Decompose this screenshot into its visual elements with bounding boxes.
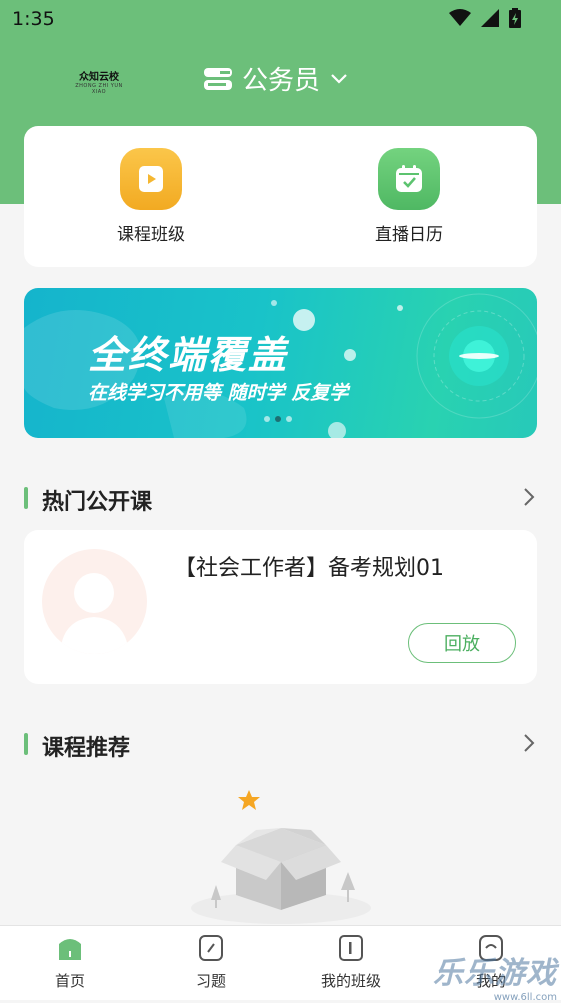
- logo-text: 众知云校: [79, 72, 119, 83]
- quick-action-label: 课程班级: [117, 225, 185, 245]
- tab-label: 习题: [195, 972, 226, 990]
- banner-subtitle: 在线学习不用等 随时学 反复学: [88, 382, 349, 404]
- watermark: 乐乐游戏 www.6ll.com: [433, 948, 557, 1003]
- tab-label: 我的班级: [320, 972, 381, 990]
- avatar: [42, 549, 147, 654]
- tab-exercises[interactable]: 习题: [161, 934, 261, 991]
- replay-button[interactable]: 回放: [408, 623, 516, 663]
- course-card[interactable]: 【社会工作者】备考规划01 回放: [24, 530, 537, 684]
- chevron-right-icon[interactable]: [523, 487, 535, 507]
- quick-action-live-calendar[interactable]: 直播日历: [344, 148, 474, 245]
- tab-label: 首页: [54, 972, 85, 990]
- tab-my-class[interactable]: 我的班级: [301, 934, 401, 991]
- watermark-url: www.6ll.com: [493, 992, 557, 1003]
- subject-label: 公务员: [242, 66, 321, 96]
- calendar-icon: [378, 148, 440, 210]
- logo-subtext: ZHONG ZHI YUN XIAO: [75, 83, 123, 95]
- chevron-right-icon[interactable]: [523, 733, 535, 753]
- carousel-dot[interactable]: [264, 416, 270, 422]
- person-placeholder-icon: [60, 573, 129, 654]
- subject-switcher[interactable]: 公务员: [204, 60, 348, 97]
- app-logo: 众知云校 ZHONG ZHI YUN XIAO: [74, 68, 124, 95]
- section-title: 课程推荐: [42, 736, 131, 761]
- section-accent-bar: [24, 487, 28, 509]
- quick-action-label: 直播日历: [375, 225, 443, 245]
- banner-title: 全终端覆盖: [88, 333, 289, 377]
- battery-icon: [509, 8, 521, 28]
- section-title: 热门公开课: [42, 490, 153, 515]
- star-icon: [238, 790, 260, 810]
- watermark-text: 乐乐游戏: [433, 956, 557, 991]
- video-icon: [120, 148, 182, 210]
- quick-action-course-class[interactable]: 课程班级: [86, 148, 216, 245]
- carousel-dot[interactable]: [286, 416, 292, 422]
- signal-icon: [481, 9, 499, 27]
- chevron-down-icon: [331, 73, 347, 84]
- empty-box-illustration: [191, 790, 371, 924]
- class-icon: [339, 935, 363, 961]
- course-title: 【社会工作者】备考规划01: [174, 556, 444, 581]
- books-icon: [204, 67, 232, 90]
- status-bar: 1:35: [0, 0, 561, 38]
- wifi-icon: [449, 9, 471, 26]
- status-icons: [449, 8, 521, 28]
- recommend-courses-header[interactable]: 课程推荐: [24, 730, 537, 761]
- quick-actions-card: 课程班级 直播日历: [24, 126, 537, 267]
- home-icon: [59, 939, 81, 960]
- carousel-dots: [264, 416, 292, 422]
- promo-banner[interactable]: 全终端覆盖 在线学习不用等 随时学 反复学: [24, 288, 537, 438]
- exercise-icon: [199, 935, 223, 961]
- section-accent-bar: [24, 733, 28, 755]
- carousel-dot-active[interactable]: [275, 416, 281, 422]
- hot-courses-header[interactable]: 热门公开课: [24, 484, 537, 515]
- status-time: 1:35: [12, 8, 55, 30]
- tab-home[interactable]: 首页: [20, 934, 120, 991]
